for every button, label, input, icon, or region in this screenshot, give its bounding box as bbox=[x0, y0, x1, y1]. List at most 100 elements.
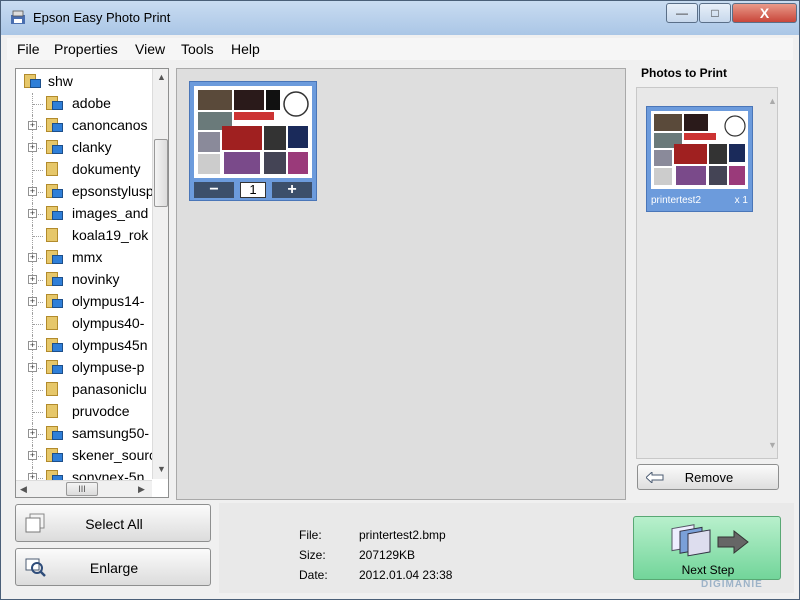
folder-icon bbox=[46, 272, 64, 287]
folder-icon bbox=[46, 404, 64, 419]
print-item-thumbnail bbox=[651, 111, 748, 189]
tree-item[interactable]: pruvodce bbox=[16, 401, 156, 423]
folder-icon bbox=[46, 184, 64, 199]
remove-button-label: Remove bbox=[684, 470, 734, 485]
folder-icon bbox=[46, 206, 64, 221]
tree-item[interactable]: olympus40- bbox=[16, 313, 156, 335]
close-button[interactable]: X bbox=[732, 3, 797, 23]
expand-plus-icon[interactable]: + bbox=[28, 341, 37, 350]
folder-icon bbox=[46, 96, 64, 111]
photo-thumbnail-image bbox=[194, 86, 312, 178]
next-step-button[interactable]: Next Step bbox=[633, 516, 781, 580]
scroll-left-arrow-icon[interactable]: ◀ bbox=[20, 484, 27, 495]
folder-icon bbox=[46, 294, 64, 309]
scroll-up-arrow-icon[interactable]: ▲ bbox=[157, 72, 166, 82]
expand-plus-icon[interactable]: + bbox=[28, 209, 37, 218]
menu-properties[interactable]: Properties bbox=[54, 41, 118, 57]
tree-item[interactable]: + mmx bbox=[16, 247, 156, 269]
folder-icon bbox=[46, 162, 64, 177]
scroll-down-arrow-icon[interactable]: ▼ bbox=[157, 464, 166, 474]
tree-item-label: novinky bbox=[72, 271, 120, 287]
watermark: DIGIMANIE bbox=[701, 579, 763, 590]
epson-app-icon bbox=[11, 10, 25, 24]
tree-item[interactable]: + canoncanos bbox=[16, 115, 156, 137]
minimize-button[interactable]: — bbox=[666, 3, 698, 23]
select-all-label: Select All bbox=[85, 516, 143, 532]
tree-item-label: olympus40- bbox=[72, 315, 145, 331]
photos-to-print-title: Photos to Print bbox=[641, 66, 727, 80]
expand-plus-icon[interactable]: + bbox=[28, 143, 37, 152]
tree-item-root[interactable]: shw bbox=[16, 71, 156, 93]
tree-item[interactable]: + samsung50- bbox=[16, 423, 156, 445]
tree-item[interactable]: + clanky bbox=[16, 137, 156, 159]
tree-item-label: koala19_rok bbox=[72, 227, 149, 243]
tree-item[interactable]: + olympus45n bbox=[16, 335, 156, 357]
folder-icon bbox=[46, 360, 64, 375]
menu-help[interactable]: Help bbox=[231, 41, 260, 57]
tree-connector bbox=[33, 412, 43, 413]
next-step-icon bbox=[671, 524, 749, 557]
print-list[interactable]: printertest2 x 1 ▲ ▼ bbox=[636, 87, 778, 459]
tree-item[interactable]: + images_and bbox=[16, 203, 156, 225]
expand-plus-icon[interactable]: + bbox=[28, 187, 37, 196]
tree-item-label: canoncanos bbox=[72, 117, 148, 133]
tree-connector bbox=[33, 104, 43, 105]
tree-item[interactable]: koala19_rok bbox=[16, 225, 156, 247]
maximize-button[interactable]: □ bbox=[699, 3, 731, 23]
select-all-button[interactable]: Select All bbox=[15, 504, 211, 542]
title-bar: Epson Easy Photo Print — □ X bbox=[1, 1, 799, 35]
tree-item[interactable]: adobe bbox=[16, 93, 156, 115]
tree-item-label: shw bbox=[48, 73, 73, 89]
tree-item[interactable]: + epsonstylusp bbox=[16, 181, 156, 203]
expand-plus-icon[interactable]: + bbox=[28, 429, 37, 438]
enlarge-button[interactable]: Enlarge bbox=[15, 548, 211, 586]
menu-view[interactable]: View bbox=[135, 41, 165, 57]
app-window: Epson Easy Photo Print — □ X File Proper… bbox=[0, 0, 800, 600]
quantity-value[interactable]: 1 bbox=[240, 182, 266, 198]
expand-plus-icon[interactable]: + bbox=[28, 253, 37, 262]
print-list-item[interactable]: printertest2 x 1 bbox=[646, 106, 753, 212]
expand-plus-icon[interactable]: + bbox=[28, 297, 37, 306]
date-label: Date: bbox=[299, 568, 328, 582]
print-list-scrollbar[interactable]: ▲ ▼ bbox=[765, 88, 779, 458]
tree-item[interactable]: + skener_sourc bbox=[16, 445, 156, 467]
tree-item-label: mmx bbox=[72, 249, 103, 265]
folder-icon bbox=[46, 118, 64, 133]
photo-thumbnail-card[interactable]: − 1 + bbox=[189, 81, 317, 201]
tree-item-label: images_and bbox=[72, 205, 149, 221]
tree-horizontal-scrollbar[interactable]: ◀ III ▶ bbox=[16, 480, 152, 497]
size-label: Size: bbox=[299, 548, 326, 562]
folder-icon bbox=[46, 250, 64, 265]
tree-item-label: olympus14- bbox=[72, 293, 145, 309]
scroll-thumb[interactable]: III bbox=[66, 482, 98, 496]
photos-to-print-panel: Photos to Print printertest2 x 1 ▲ ▼ Rem… bbox=[633, 64, 793, 496]
remove-button[interactable]: Remove bbox=[637, 464, 779, 490]
expand-plus-icon[interactable]: + bbox=[28, 451, 37, 460]
decrease-quantity-button[interactable]: − bbox=[194, 182, 234, 198]
menu-file[interactable]: File bbox=[17, 41, 40, 57]
folder-tree[interactable]: shw adobe + canoncanos + clanky dokumenty + eps… bbox=[15, 68, 169, 498]
increase-quantity-button[interactable]: + bbox=[272, 182, 312, 198]
tree-item-label: adobe bbox=[72, 95, 111, 111]
tree-item[interactable]: dokumenty bbox=[16, 159, 156, 181]
scroll-up-arrow-icon[interactable]: ▲ bbox=[768, 96, 777, 106]
folder-icon bbox=[46, 316, 64, 331]
scroll-right-arrow-icon[interactable]: ▶ bbox=[138, 484, 145, 495]
tree-item-label: panasoniclu bbox=[72, 381, 147, 397]
tree-vertical-scrollbar[interactable]: ▲ ▼ bbox=[152, 69, 168, 479]
tree-item[interactable]: + olympus14- bbox=[16, 291, 156, 313]
date-value: 2012.01.04 23:38 bbox=[359, 568, 453, 582]
tree-item-label: dokumenty bbox=[72, 161, 141, 177]
scroll-down-arrow-icon[interactable]: ▼ bbox=[768, 440, 777, 450]
expand-plus-icon[interactable]: + bbox=[28, 363, 37, 372]
tree-item[interactable]: + olympuse-p bbox=[16, 357, 156, 379]
folder-icon bbox=[46, 382, 64, 397]
expand-plus-icon[interactable]: + bbox=[28, 275, 37, 284]
tree-item-label: pruvodce bbox=[72, 403, 130, 419]
tree-item[interactable]: + novinky bbox=[16, 269, 156, 291]
expand-plus-icon[interactable]: + bbox=[28, 121, 37, 130]
menu-tools[interactable]: Tools bbox=[181, 41, 214, 57]
scroll-thumb[interactable] bbox=[154, 139, 168, 207]
tree-item[interactable]: panasoniclu bbox=[16, 379, 156, 401]
tree-item-label: olympuse-p bbox=[72, 359, 145, 375]
